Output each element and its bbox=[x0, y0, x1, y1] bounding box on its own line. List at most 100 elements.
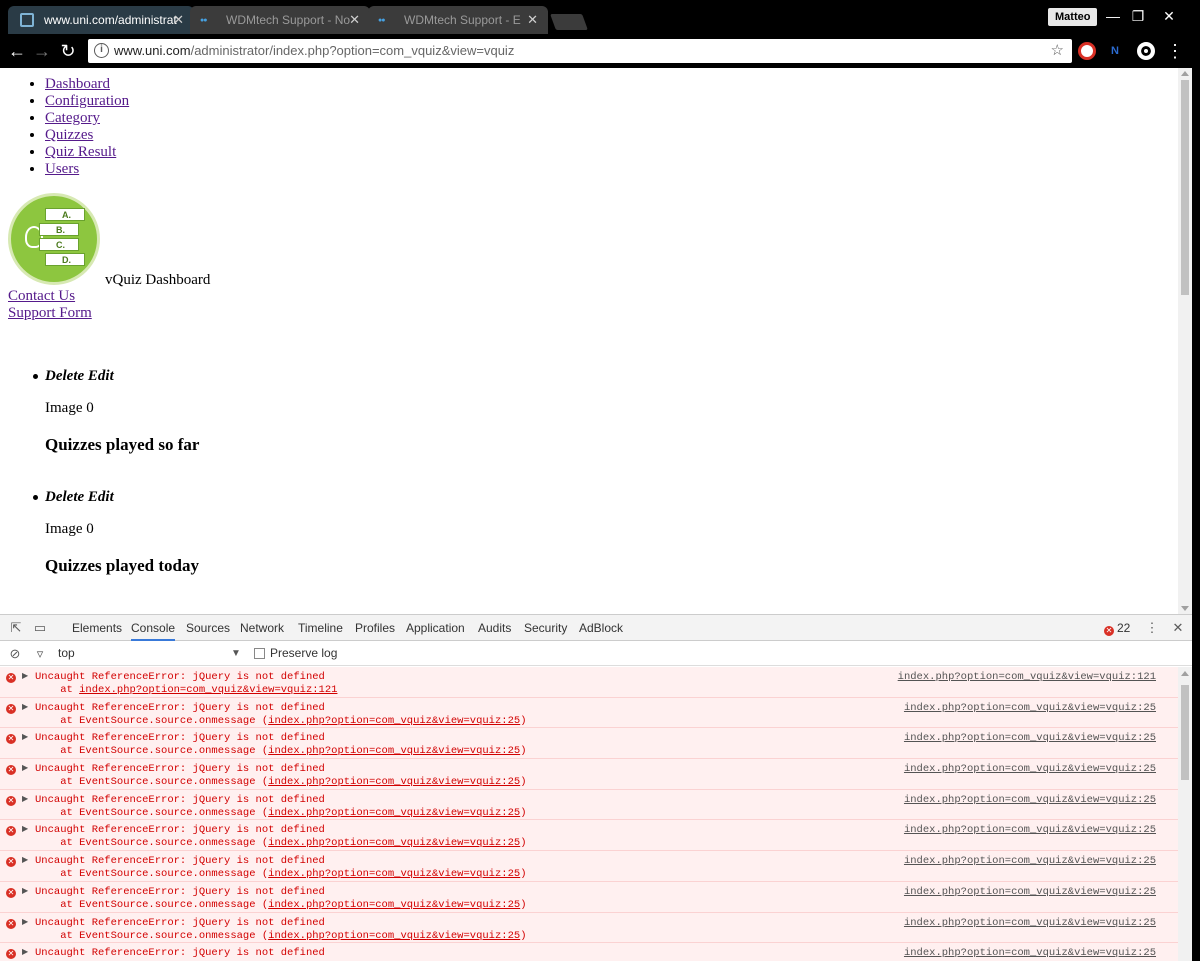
url-text[interactable]: www.uni.com/administrator/index.php?opti… bbox=[114, 39, 514, 63]
adblock-extension-icon[interactable] bbox=[1078, 42, 1096, 60]
stack-suffix: ) bbox=[520, 837, 527, 850]
stack-link[interactable]: index.php?option=com_vquiz&view=vquiz:25 bbox=[268, 930, 520, 942]
console-error-row[interactable]: ✕ ▶ Uncaught ReferenceError: jQuery is not… bbox=[0, 881, 1178, 913]
source-link[interactable]: index.php?option=com_vquiz&view=vquiz:25 bbox=[904, 732, 1156, 744]
stack-link[interactable]: index.php?option=com_vquiz&view=vquiz:25 bbox=[268, 899, 520, 911]
source-link[interactable]: index.php?option=com_vquiz&view=vquiz:25 bbox=[904, 702, 1156, 714]
console-error-row[interactable]: ✕ ▶ Uncaught ReferenceError: jQuery is not… bbox=[0, 667, 1178, 698]
new-tab-button[interactable] bbox=[550, 14, 588, 30]
expand-triangle-icon[interactable]: ▶ bbox=[22, 824, 28, 834]
stack-link[interactable]: index.php?option=com_vquiz&view=vquiz:25 bbox=[268, 776, 520, 788]
browser-tab[interactable]: WDMtech Support - No ✕ bbox=[190, 6, 370, 34]
expand-triangle-icon[interactable]: ▶ bbox=[22, 947, 28, 957]
devtools-close-icon[interactable]: ✕ bbox=[1170, 620, 1186, 636]
source-link[interactable]: index.php?option=com_vquiz&view=vquiz:25 bbox=[904, 917, 1156, 929]
expand-triangle-icon[interactable]: ▶ bbox=[22, 855, 28, 865]
page-scrollbar[interactable] bbox=[1178, 68, 1192, 614]
devtools-menu-icon[interactable]: ⋮ bbox=[1144, 620, 1160, 636]
expand-triangle-icon[interactable]: ▶ bbox=[22, 702, 28, 712]
stack-link[interactable]: index.php?option=com_vquiz&view=vquiz:25 bbox=[268, 807, 520, 819]
expand-triangle-icon[interactable]: ▶ bbox=[22, 671, 28, 681]
forward-button[interactable]: → bbox=[31, 40, 53, 62]
tab-application[interactable]: Application bbox=[406, 615, 465, 641]
scroll-down-arrow-icon[interactable] bbox=[1181, 606, 1189, 611]
tab-network[interactable]: Network bbox=[240, 615, 284, 641]
address-bar[interactable]: i www.uni.com/administrator/index.php?op… bbox=[88, 39, 1072, 63]
bookmark-star-icon[interactable]: ☆ bbox=[1051, 39, 1064, 63]
tab-close-icon[interactable]: ✕ bbox=[173, 6, 184, 34]
stack-link[interactable]: index.php?option=com_vquiz&view=vquiz:12… bbox=[79, 684, 337, 696]
tab-profiles[interactable]: Profiles bbox=[355, 615, 395, 641]
preserve-log-checkbox[interactable] bbox=[254, 648, 265, 659]
expand-triangle-icon[interactable]: ▶ bbox=[22, 794, 28, 804]
nav-item: Configuration bbox=[45, 93, 129, 110]
source-link[interactable]: index.php?option=com_vquiz&view=vquiz:12… bbox=[898, 671, 1156, 683]
stack-link[interactable]: index.php?option=com_vquiz&view=vquiz:25 bbox=[268, 745, 520, 757]
stack-link[interactable]: index.php?option=com_vquiz&view=vquiz:25 bbox=[268, 868, 520, 880]
restore-button[interactable]: ❐ bbox=[1123, 5, 1153, 27]
site-info-icon[interactable]: i bbox=[94, 43, 109, 58]
nav-link-category[interactable]: Category bbox=[45, 110, 100, 126]
tab-close-icon[interactable]: ✕ bbox=[349, 6, 360, 34]
nav-link-quiz-result[interactable]: Quiz Result bbox=[45, 144, 116, 160]
stack-link[interactable]: index.php?option=com_vquiz&view=vquiz:25 bbox=[268, 715, 520, 727]
tab-elements[interactable]: Elements bbox=[72, 615, 122, 641]
n-extension-icon[interactable]: N bbox=[1106, 42, 1124, 60]
console-error-row[interactable]: ✕ ▶ Uncaught ReferenceError: jQuery is not… bbox=[0, 943, 1178, 961]
tab-security[interactable]: Security bbox=[524, 615, 567, 641]
stats-block: Delete Edit Image 0 Quizzes played so fa… bbox=[32, 368, 199, 455]
reload-button[interactable]: ↻ bbox=[57, 40, 79, 62]
console-scrollbar[interactable] bbox=[1178, 667, 1192, 961]
console-error-row[interactable]: ✕ ▶ Uncaught ReferenceError: jQuery is not… bbox=[0, 759, 1178, 790]
tab-close-icon[interactable]: ✕ bbox=[527, 6, 538, 34]
nav-link-users[interactable]: Users bbox=[45, 161, 79, 177]
console-error-row[interactable]: ✕ ▶ Uncaught ReferenceError: jQuery is not… bbox=[0, 789, 1178, 821]
nav-link-quizzes[interactable]: Quizzes bbox=[45, 127, 93, 143]
console-error-row[interactable]: ✕ ▶ Uncaught ReferenceError: jQuery is not… bbox=[0, 820, 1178, 852]
console-error-row[interactable]: ✕ ▶ Uncaught ReferenceError: jQuery is not… bbox=[0, 697, 1178, 729]
inspect-element-icon[interactable]: ⇱ bbox=[8, 620, 24, 636]
chrome-menu-icon[interactable]: ⋮ bbox=[1164, 40, 1186, 62]
profile-button[interactable]: Matteo bbox=[1048, 8, 1098, 26]
error-count-badge[interactable]: ✕ 22 bbox=[1104, 615, 1130, 641]
source-link[interactable]: index.php?option=com_vquiz&view=vquiz:25 bbox=[904, 824, 1156, 836]
expand-triangle-icon[interactable]: ▶ bbox=[22, 917, 28, 927]
source-link[interactable]: index.php?option=com_vquiz&view=vquiz:25 bbox=[904, 794, 1156, 806]
scroll-up-arrow-icon[interactable] bbox=[1181, 71, 1189, 76]
scroll-up-arrow-icon[interactable] bbox=[1181, 671, 1189, 676]
source-link[interactable]: index.php?option=com_vquiz&view=vquiz:25 bbox=[904, 855, 1156, 867]
tab-adblock[interactable]: AdBlock bbox=[579, 615, 623, 641]
context-dropdown-arrow-icon[interactable]: ▼ bbox=[231, 641, 241, 666]
console-error-row[interactable]: ✕ ▶ Uncaught ReferenceError: jQuery is not… bbox=[0, 728, 1178, 760]
contact-us-link[interactable]: Contact Us bbox=[8, 288, 92, 305]
source-link[interactable]: index.php?option=com_vquiz&view=vquiz:25 bbox=[904, 947, 1156, 959]
console-error-row[interactable]: ✕ ▶ Uncaught ReferenceError: jQuery is not… bbox=[0, 912, 1178, 944]
close-window-button[interactable]: ✕ bbox=[1154, 5, 1184, 27]
console-error-row[interactable]: ✕ ▶ Uncaught ReferenceError: jQuery is not… bbox=[0, 851, 1178, 882]
context-selector[interactable]: top bbox=[58, 641, 75, 666]
browser-tab-active[interactable]: www.uni.com/administrat ✕ bbox=[8, 6, 194, 34]
browser-tab[interactable]: WDMtech Support - E ✕ bbox=[368, 6, 548, 34]
expand-triangle-icon[interactable]: ▶ bbox=[22, 886, 28, 896]
circle-extension-icon[interactable] bbox=[1137, 42, 1155, 60]
delete-edit-actions[interactable]: Delete Edit bbox=[33, 489, 199, 506]
scrollbar-thumb[interactable] bbox=[1181, 80, 1189, 295]
clear-console-icon[interactable]: ⊘ bbox=[7, 646, 23, 662]
source-link[interactable]: index.php?option=com_vquiz&view=vquiz:25 bbox=[904, 763, 1156, 775]
nav-link-dashboard[interactable]: Dashboard bbox=[45, 76, 110, 92]
scrollbar-thumb[interactable] bbox=[1181, 685, 1189, 780]
delete-edit-actions[interactable]: Delete Edit bbox=[32, 368, 199, 385]
expand-triangle-icon[interactable]: ▶ bbox=[22, 732, 28, 742]
expand-triangle-icon[interactable]: ▶ bbox=[22, 763, 28, 773]
nav-link-configuration[interactable]: Configuration bbox=[45, 93, 129, 109]
tab-console[interactable]: Console bbox=[131, 615, 176, 641]
tab-sources[interactable]: Sources bbox=[186, 615, 230, 641]
filter-icon[interactable]: ▿ bbox=[32, 646, 48, 662]
back-button[interactable]: ← bbox=[6, 40, 28, 62]
tab-audits[interactable]: Audits bbox=[478, 615, 511, 641]
tab-timeline[interactable]: Timeline bbox=[298, 615, 343, 641]
stack-link[interactable]: index.php?option=com_vquiz&view=vquiz:25 bbox=[268, 837, 520, 849]
support-form-link[interactable]: Support Form bbox=[8, 305, 92, 322]
source-link[interactable]: index.php?option=com_vquiz&view=vquiz:25 bbox=[904, 886, 1156, 898]
device-toolbar-icon[interactable]: ▭ bbox=[32, 620, 48, 636]
